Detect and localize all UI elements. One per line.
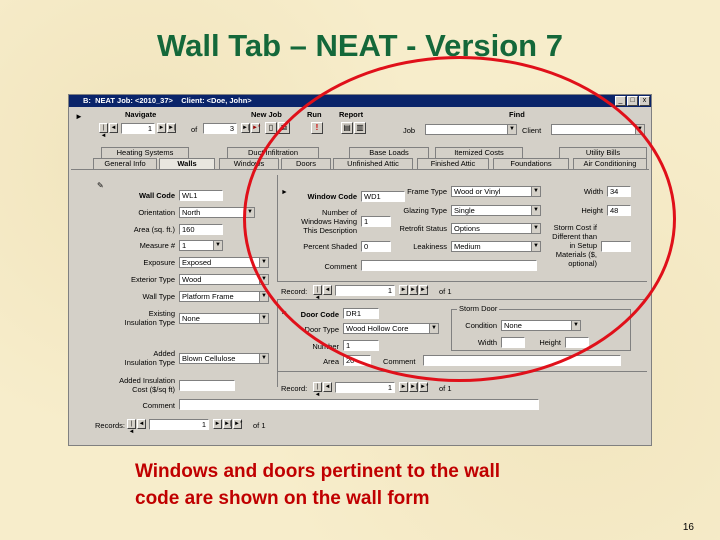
minimize-button[interactable]: _ bbox=[615, 96, 626, 106]
exterior-type-label: Exterior Type bbox=[130, 275, 175, 284]
nav-prev-button[interactable]: ◄ bbox=[109, 123, 118, 133]
record-count-field: 3 bbox=[203, 123, 237, 134]
door-record-label: Record: bbox=[281, 384, 308, 393]
wall-nav-prev-button[interactable]: ◄ bbox=[137, 419, 146, 429]
existing-insulation-label-1: Existing bbox=[148, 309, 175, 318]
chevron-down-icon: ▼ bbox=[213, 241, 222, 250]
orientation-label: Orientation bbox=[138, 208, 175, 217]
wall-comment-label: Comment bbox=[142, 401, 175, 410]
door-record-field[interactable]: 1 bbox=[335, 382, 395, 393]
wall-code-label: Wall Code bbox=[139, 191, 175, 200]
wall-type-combo[interactable]: Platform Frame ▼ bbox=[179, 291, 269, 302]
door-nav-prev-button[interactable]: ◄ bbox=[323, 382, 332, 392]
wall-comment-field[interactable] bbox=[179, 399, 539, 410]
edit-pencil-icon: ✎ bbox=[97, 181, 104, 190]
added-insulation-cost-label-2: Cost ($/sq ft) bbox=[132, 385, 175, 394]
caption-line-2: code are shown on the wall form bbox=[135, 488, 430, 509]
tab-walls[interactable]: Walls bbox=[159, 158, 215, 169]
new-record-button[interactable]: ►* bbox=[251, 123, 260, 133]
added-insulation-cost-label-1: Added Insulation bbox=[119, 376, 175, 385]
navigate-label: Navigate bbox=[125, 110, 157, 119]
wall-type-label: Wall Type bbox=[142, 292, 175, 301]
door-nav-last-button[interactable]: ►| bbox=[409, 382, 418, 392]
highlight-ellipse bbox=[243, 56, 676, 382]
nav-next-button[interactable]: ► bbox=[157, 123, 166, 133]
wall-nav-last-button[interactable]: ►| bbox=[223, 419, 232, 429]
new-job-label: New Job bbox=[251, 110, 282, 119]
chevron-down-icon: ▼ bbox=[259, 354, 268, 363]
wall-nav-new-button[interactable]: ►* bbox=[233, 419, 242, 429]
door-nav-new-button[interactable]: ►* bbox=[419, 382, 428, 392]
maximize-button[interactable]: □ bbox=[627, 96, 638, 106]
wall-code-field[interactable]: WL1 bbox=[179, 190, 223, 201]
added-insulation-label-2: Insulation Type bbox=[124, 358, 175, 367]
wall-records-of: of 1 bbox=[253, 421, 266, 430]
exposure-label: Exposure bbox=[143, 258, 175, 267]
existing-insulation-combo[interactable]: None ▼ bbox=[179, 313, 269, 324]
nav-last-button[interactable]: ►| bbox=[167, 123, 176, 133]
added-insulation-combo[interactable]: Blown Cellulose ▼ bbox=[179, 353, 269, 364]
records-label: Records: bbox=[95, 421, 126, 430]
close-button[interactable]: x bbox=[639, 96, 650, 106]
slide-title: Wall Tab – NEAT - Version 7 bbox=[157, 28, 563, 63]
record-selector-arrow-icon: ► bbox=[75, 112, 83, 121]
of-label: of bbox=[191, 125, 198, 134]
wall-record-field[interactable]: 1 bbox=[149, 419, 209, 430]
tab-general-info[interactable]: General Info bbox=[93, 158, 157, 169]
nav-last-button-2[interactable]: ►| bbox=[241, 123, 250, 133]
doors-subform-border bbox=[277, 299, 278, 387]
added-insulation-label-1: Added bbox=[153, 349, 175, 358]
door-area-label: Area bbox=[323, 357, 339, 366]
door-nav-next-button[interactable]: ► bbox=[399, 382, 408, 392]
record-number-field[interactable]: 1 bbox=[121, 123, 155, 134]
slide-caption: Windows and doors pertinent to the wall … bbox=[135, 458, 500, 512]
area-label: Area (sq. ft.) bbox=[133, 225, 175, 234]
wall-nav-next-button[interactable]: ► bbox=[213, 419, 222, 429]
door-nav-first-button[interactable]: |◄ bbox=[313, 382, 322, 398]
area-field[interactable]: 160 bbox=[179, 224, 223, 235]
door-record-of: of 1 bbox=[439, 384, 452, 393]
measure-label: Measure # bbox=[139, 241, 175, 250]
caption-line-1: Windows and doors pertinent to the wall bbox=[135, 461, 501, 482]
wall-nav-first-button[interactable]: |◄ bbox=[127, 419, 136, 435]
existing-insulation-label-2: Insulation Type bbox=[124, 318, 175, 327]
nav-first-button[interactable]: |◄ bbox=[99, 123, 108, 139]
added-insulation-cost-field[interactable] bbox=[179, 380, 235, 391]
measure-combo[interactable]: 1 ▼ bbox=[179, 240, 223, 251]
tab-heating-systems[interactable]: Heating Systems bbox=[101, 147, 189, 158]
page-number: 16 bbox=[682, 522, 694, 533]
chevron-down-icon: ▼ bbox=[259, 314, 268, 323]
